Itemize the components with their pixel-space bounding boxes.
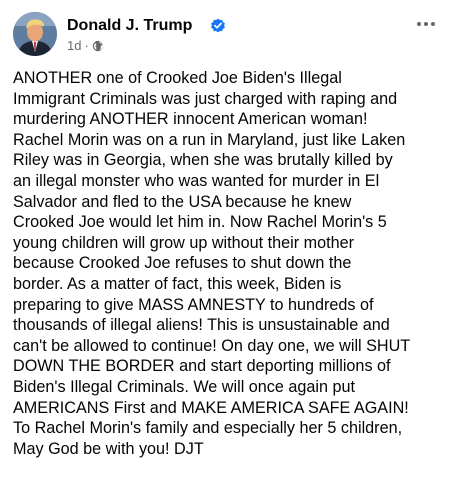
post-body-text: ANOTHER one of Crooked Joe Biden's Illeg… [13,68,445,459]
post-text-line: can't be allowed to continue! On day one… [13,336,411,355]
post-text-line: ANOTHER one of Crooked Joe Biden's Illeg… [13,69,342,87]
globe-icon [92,40,104,52]
more-options-icon [431,22,435,26]
post-text-line: Immigrant Criminals was just charged wit… [13,89,398,108]
post-text-line: murdering ANOTHER innocent American woma… [13,110,368,129]
post-text-line: thousands of illegal aliens! This is uns… [13,316,390,335]
author-name[interactable]: Donald J. Trump [67,16,192,36]
more-options-icon [417,22,421,26]
author-avatar[interactable] [13,12,57,56]
post-text-line: Riley was in Georgia, when she was bruta… [13,151,393,170]
post-timestamp[interactable]: 1d [67,38,81,54]
meta-separator: · [84,38,89,53]
post-text-line: To Rachel Morin's family and especially … [13,419,403,438]
post-text-line: Rachel Morin was on a run in Maryland, j… [13,130,406,149]
post-meta: 1d · [67,38,104,54]
post-text-line: May God be with you! DJT [13,439,204,458]
post-text-line: Crooked Joe would let him in. Now Rachel… [13,213,387,232]
post-text-line: because Crooked Joe refuses to shut down… [13,254,352,273]
post-text-line: an illegal monster who was wanted for mu… [13,171,380,190]
post-text-line: preparing to give MASS AMNESTY to hundre… [13,295,374,314]
post-header: Donald J. Trump 1d · [13,12,442,60]
post-text-line: young children will grow up without thei… [13,233,355,252]
avatar-image [13,12,57,56]
post-text-line: Salvador and fled to the USA because he … [13,192,352,211]
verified-badge-icon [211,18,225,33]
post-text-line: DOWN THE BORDER and start deporting mill… [13,357,391,376]
post-text-line: AMERICANS First and MAKE AMERICA SAFE AG… [13,398,409,417]
post-text-line: Biden's Illegal Criminals. We will once … [13,377,355,396]
more-options-button[interactable] [412,12,440,36]
post-text-line: border. As a matter of fact, this week, … [13,274,342,293]
more-options-icon [424,22,428,26]
facebook-post: Donald J. Trump 1d · ANOTHER one of Croo… [0,0,452,499]
